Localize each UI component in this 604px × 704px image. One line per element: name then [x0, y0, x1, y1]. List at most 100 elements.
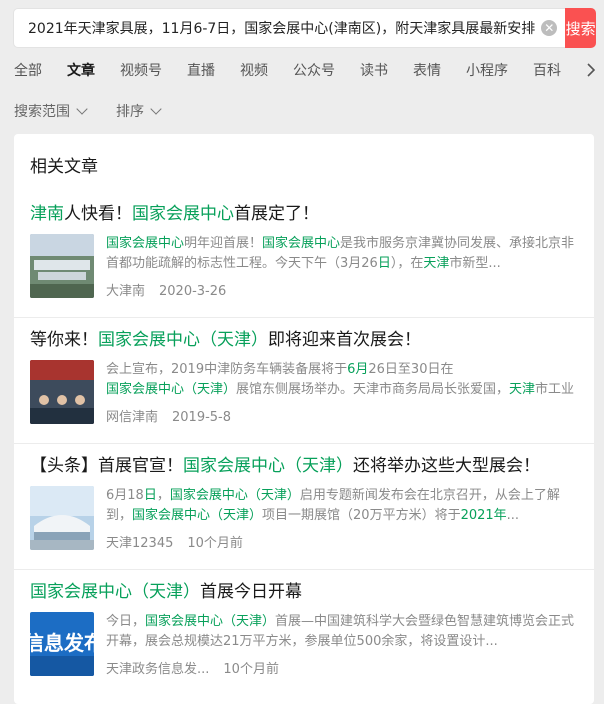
- article-meta: 国家会展中心明年迎首展！国家会展中心是我市服务京津冀协同发展、承接北京非首都功能…: [106, 234, 578, 299]
- article-thumbnail: [30, 234, 94, 298]
- tab-0[interactable]: 全部: [14, 60, 42, 80]
- article-meta: 今日，国家会展中心（天津）首展—中国建筑科学大会暨绿色智慧建筑博览会正式开幕，展…: [106, 612, 578, 677]
- thumb-text: 信息发布: [30, 631, 94, 655]
- article-title[interactable]: 等你来！国家会展中心（天津）即将迎来首次展会！: [30, 328, 578, 352]
- snippet-segment: 天津: [509, 382, 536, 397]
- snippet-segment: ），在: [390, 256, 424, 271]
- tab-7[interactable]: 表情: [413, 60, 441, 80]
- title-segment: 首展今日开幕: [200, 582, 302, 602]
- snippet-segment: 天津: [423, 256, 450, 271]
- article-date: 2019-5-8: [172, 410, 232, 425]
- snippet-segment: 国家会展中心（天津）: [132, 508, 263, 523]
- snippet-segment: ...: [506, 508, 520, 523]
- results-card: 相关文章 津南人快看！国家会展中心首展定了！ 国家会展中心明年迎首展！国家会展中心…: [14, 134, 594, 704]
- snippet-segment: 日: [377, 256, 391, 271]
- tab-8[interactable]: 小程序: [466, 60, 508, 80]
- article-meta: 6月18日，国家会展中心（天津）启用专题新闻发布会在北京召开，从会上了解到，国家…: [106, 486, 578, 551]
- snippet-segment: 国家会展中心（天津）: [169, 488, 300, 503]
- tab-9[interactable]: 百科: [533, 60, 561, 80]
- article-date: 10个月前: [187, 536, 243, 551]
- chevron-down-icon: [76, 103, 88, 115]
- snippet-segment: 市新型...: [449, 256, 501, 271]
- snippet-segment: 国家会展中心: [262, 236, 341, 251]
- article-thumbnail: 信息发布: [30, 612, 94, 676]
- snippet-segment: 国家会展中心: [106, 236, 185, 251]
- search-button[interactable]: 搜索: [565, 8, 596, 48]
- article-snippet: 6月18日，国家会展中心（天津）启用专题新闻发布会在北京召开，从会上了解到，国家…: [106, 486, 578, 526]
- snippet-segment: 会上宣布，2019中津防务车辆装备展将于: [106, 362, 348, 377]
- title-segment: 首展定了！: [234, 204, 319, 224]
- article-snippet: 会上宣布，2019中津防务车辆装备展将于6月26日至30日在国家会展中心（天津）…: [106, 360, 578, 400]
- close-circle-icon[interactable]: ✕: [541, 20, 558, 36]
- tab-5[interactable]: 公众号: [293, 60, 335, 80]
- article-body: 会上宣布，2019中津防务车辆装备展将于6月26日至30日在国家会展中心（天津）…: [30, 360, 578, 425]
- category-tabs: 全部 文章 视频号 直播 视频 公众号 读书 表情 小程序 百科: [0, 48, 604, 92]
- article-list: 津南人快看！国家会展中心首展定了！ 国家会展中心明年迎首展！国家会展中心是我市服务…: [14, 192, 594, 695]
- tab-6[interactable]: 读书: [360, 60, 388, 80]
- search-box[interactable]: 2021年天津家具展，11月6-7日，国家会展中心(津南区)，附天津家具展最新安…: [13, 8, 566, 48]
- title-segment: 【头条】首展官宣！: [30, 456, 183, 476]
- snippet-segment: 明年迎首展！: [184, 236, 263, 251]
- chevron-down-icon: [150, 103, 162, 115]
- snippet-segment: 展馆东侧展场举办。天津市商务局局长张爱国，: [236, 382, 510, 397]
- article-body: 6月18日，国家会展中心（天津）启用专题新闻发布会在北京召开，从会上了解到，国家…: [30, 486, 578, 551]
- list-item[interactable]: 等你来！国家会展中心（天津）即将迎来首次展会！ 会上宣布，2019中津防务车辆装备…: [14, 318, 594, 444]
- snippet-segment: 今日，: [106, 614, 146, 629]
- snippet-segment: ，: [156, 488, 170, 503]
- article-source-line: 天津政务信息发... 10个月前: [106, 658, 578, 677]
- snippet-segment: 国家会展中心（天津）: [106, 382, 237, 397]
- article-source-line: 大津南 2020-3-26: [106, 280, 578, 299]
- title-segment: 津南: [30, 204, 64, 224]
- list-item[interactable]: 国家会展中心（天津）首展今日开幕信息发布今日，国家会展中心（天津）首展—中国建筑…: [14, 570, 594, 695]
- article-title[interactable]: 国家会展中心（天津）首展今日开幕: [30, 580, 578, 604]
- tab-3[interactable]: 直播: [187, 60, 215, 80]
- search-row: 2021年天津家具展，11月6-7日，国家会展中心(津南区)，附天津家具展最新安…: [0, 8, 604, 48]
- article-source[interactable]: 网信津南: [106, 410, 158, 425]
- snippet-segment: 2021年: [460, 508, 507, 523]
- article-snippet: 今日，国家会展中心（天津）首展—中国建筑科学大会暨绿色智慧建筑博览会正式开幕，展…: [106, 612, 578, 652]
- article-body: 国家会展中心明年迎首展！国家会展中心是我市服务京津冀协同发展、承接北京非首都功能…: [30, 234, 578, 299]
- title-segment: 即将迎来首次展会！: [268, 330, 421, 350]
- article-date: 2020-3-26: [159, 284, 227, 299]
- title-segment: 人快看！: [64, 204, 132, 224]
- title-segment: 还将举办这些大型展会！: [353, 456, 540, 476]
- snippet-segment: 日: [143, 488, 157, 503]
- article-title[interactable]: 【头条】首展官宣！国家会展中心（天津）还将举办这些大型展会！: [30, 454, 578, 478]
- top-bar: 2021年天津家具展，11月6-7日，国家会展中心(津南区)，附天津家具展最新安…: [0, 0, 604, 130]
- list-item[interactable]: 津南人快看！国家会展中心首展定了！ 国家会展中心明年迎首展！国家会展中心是我市服务…: [14, 192, 594, 318]
- title-segment: 国家会展中心（天津）: [183, 456, 353, 476]
- tab-2[interactable]: 视频号: [120, 60, 162, 80]
- snippet-segment: 项目一期展馆（20万平方米）将于: [262, 508, 461, 523]
- title-segment: 等你来！: [30, 330, 98, 350]
- snippet-segment: 26日至30日在: [368, 362, 454, 377]
- title-segment: 国家会展中心（天津）: [30, 582, 200, 602]
- snippet-segment: 6月: [347, 362, 369, 377]
- filter-bar: 搜索范围 排序: [0, 92, 604, 130]
- article-source[interactable]: 天津12345: [106, 536, 173, 551]
- sort-filter[interactable]: 排序: [116, 101, 162, 121]
- search-input[interactable]: 2021年天津家具展，11月6-7日，国家会展中心(津南区)，附天津家具展最新安…: [28, 18, 535, 38]
- article-thumbnail: [30, 486, 94, 550]
- article-thumbnail: [30, 360, 94, 424]
- title-segment: 国家会展中心（天津）: [98, 330, 268, 350]
- snippet-segment: 国家会展中心（天津）: [145, 614, 276, 629]
- article-source[interactable]: 大津南: [106, 284, 145, 299]
- search-scope-filter[interactable]: 搜索范围: [14, 101, 88, 121]
- article-snippet: 国家会展中心明年迎首展！国家会展中心是我市服务京津冀协同发展、承接北京非首都功能…: [106, 234, 578, 274]
- title-segment: 国家会展中心: [132, 204, 234, 224]
- article-source-line: 网信津南 2019-5-8: [106, 406, 578, 425]
- article-date: 10个月前: [223, 662, 279, 677]
- list-item[interactable]: 【头条】首展官宣！国家会展中心（天津）还将举办这些大型展会！ 6月18日，国家会展…: [14, 444, 594, 570]
- article-source-line: 天津12345 10个月前: [106, 532, 578, 551]
- tab-1[interactable]: 文章: [67, 60, 95, 80]
- article-title[interactable]: 津南人快看！国家会展中心首展定了！: [30, 202, 578, 226]
- sort-label: 排序: [116, 104, 144, 120]
- search-scope-label: 搜索范围: [14, 104, 70, 120]
- article-meta: 会上宣布，2019中津防务车辆装备展将于6月26日至30日在国家会展中心（天津）…: [106, 360, 578, 425]
- snippet-segment: 6月18: [106, 488, 144, 503]
- section-title: 相关文章: [30, 157, 98, 177]
- tab-4[interactable]: 视频: [240, 60, 268, 80]
- chevron-right-icon[interactable]: [560, 48, 604, 92]
- article-body: 信息发布今日，国家会展中心（天津）首展—中国建筑科学大会暨绿色智慧建筑博览会正式…: [30, 612, 578, 677]
- article-source[interactable]: 天津政务信息发...: [106, 662, 209, 677]
